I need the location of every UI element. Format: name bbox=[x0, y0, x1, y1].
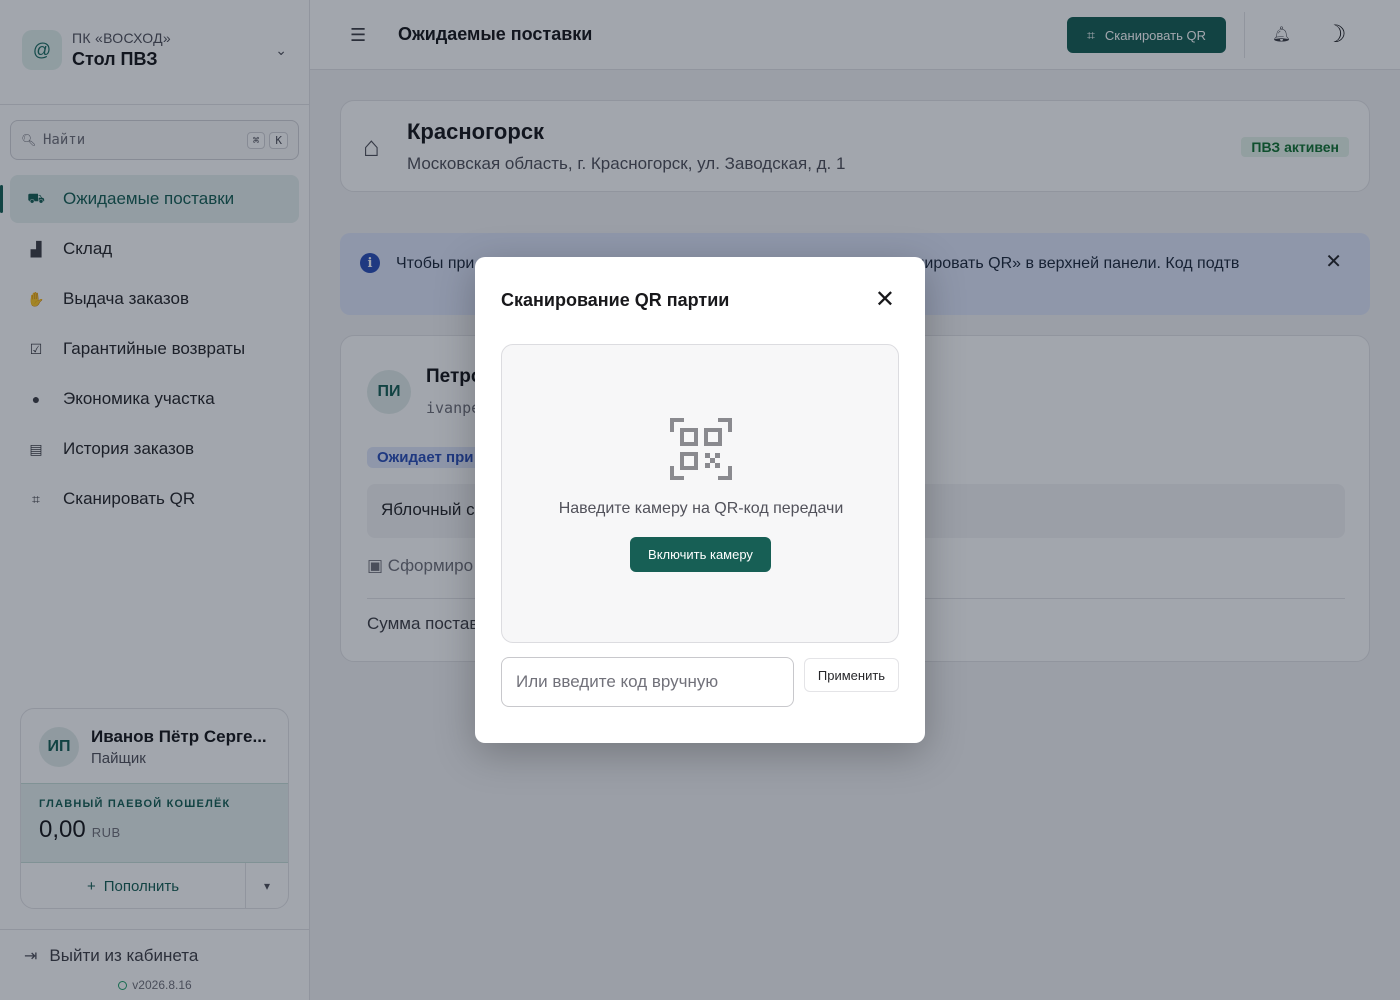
apply-button[interactable]: Применить bbox=[804, 658, 899, 692]
qr-code-icon bbox=[670, 418, 732, 480]
dialog-title: Сканирование QR партии bbox=[501, 290, 730, 310]
qr-scan-dialog: Сканирование QR партии ✕ Наведите камеру… bbox=[475, 257, 925, 743]
enable-camera-button[interactable]: Включить камеру bbox=[630, 537, 771, 572]
scan-hint: Наведите камеру на QR-код передачи bbox=[558, 500, 844, 517]
manual-code-input[interactable] bbox=[501, 657, 794, 707]
close-icon[interactable]: ✕ bbox=[875, 285, 895, 314]
camera-viewport: Наведите камеру на QR-код передачи Включ… bbox=[501, 344, 899, 643]
